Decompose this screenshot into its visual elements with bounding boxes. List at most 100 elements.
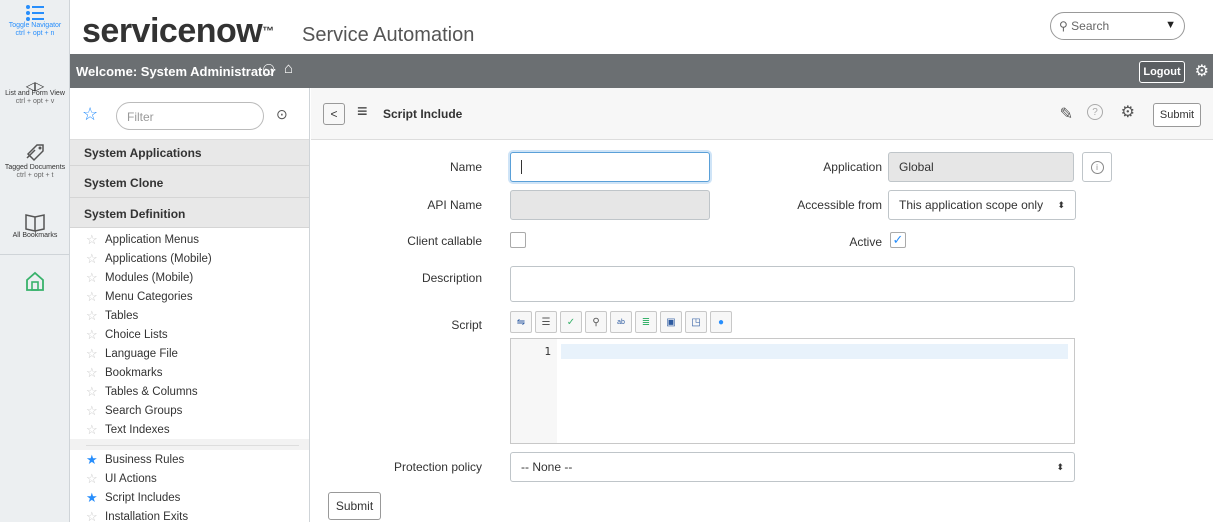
name-input[interactable] [510, 152, 710, 182]
logo-now-text: now [195, 12, 263, 50]
nav-module-item[interactable]: ☆ Tables [86, 306, 309, 325]
application-value: Global [899, 160, 934, 174]
search-code-icon[interactable]: ⚲ [585, 311, 607, 333]
global-search-input[interactable]: ⚲ Search ▼ [1050, 12, 1185, 40]
toggle-syntax-icon[interactable]: ⇋ [510, 311, 532, 333]
name-label: Name [449, 160, 482, 174]
active-line-highlight [561, 344, 1068, 359]
nav-module-label: Modules (Mobile) [105, 271, 194, 284]
nav-module-item[interactable]: ☆ Search Groups [86, 401, 309, 420]
help-icon[interactable]: ? [1087, 104, 1103, 120]
api-name-label: API Name [427, 198, 482, 212]
active-label: Active [849, 235, 882, 249]
nav-module-item[interactable]: ☆ Choice Lists [86, 325, 309, 344]
star-filled-icon[interactable]: ★ [86, 452, 100, 468]
search-placeholder: Search [1071, 19, 1110, 33]
bookmarks-label: All Bookmarks [12, 232, 58, 239]
protection-policy-select[interactable]: -- None -- ⬍ [510, 452, 1075, 482]
nav-module-label: Installation Exits [105, 510, 189, 522]
navigator-filter-input[interactable]: Filter [116, 102, 264, 130]
toolbar-divider [0, 254, 70, 255]
context-menu-icon[interactable]: ≡ [357, 101, 368, 122]
nav-module-item[interactable]: ★ Business Rules [86, 450, 309, 469]
list-form-view-button[interactable]: ◁▷ List and Form View ctrl + opt + v [4, 80, 66, 106]
list-form-shortcut: ctrl + opt + v [15, 98, 55, 105]
attachment-paperclip-icon[interactable]: ✎ [1060, 104, 1073, 124]
nav-module-item[interactable]: ☆ Tables & Columns [86, 382, 309, 401]
nav-module-item[interactable]: ☆ Applications (Mobile) [86, 249, 309, 268]
star-outline-icon[interactable]: ☆ [86, 422, 100, 438]
logout-button[interactable]: Logout [1139, 61, 1185, 83]
toggle-navigator-button[interactable]: Toggle Navigator ctrl + opt + n [4, 4, 66, 38]
nav-module-label: Application Menus [105, 233, 199, 246]
active-checkbox[interactable]: ✓ [890, 232, 906, 248]
favorites-star-icon[interactable]: ☆ [82, 104, 98, 125]
search-dropdown-caret-icon[interactable]: ▼ [1165, 19, 1176, 31]
star-outline-icon[interactable]: ☆ [86, 384, 100, 400]
submit-button-bottom[interactable]: Submit [328, 492, 381, 520]
line-gutter: 1 [511, 339, 557, 443]
script-debugger-icon[interactable]: ● [710, 311, 732, 333]
back-button[interactable]: < [323, 103, 345, 125]
fullscreen-icon[interactable]: ◳ [685, 311, 707, 333]
nav-module-item[interactable]: ☆ Application Menus [86, 230, 309, 249]
accessible-from-value: This application scope only [899, 198, 1044, 212]
replace-all-icon[interactable]: ≣ [635, 311, 657, 333]
star-filled-icon[interactable]: ★ [86, 490, 100, 506]
star-outline-icon[interactable]: ☆ [86, 308, 100, 324]
system-definition-modules: ☆ Application Menus ☆ Applications (Mobile)… [70, 228, 309, 439]
nav-module-item[interactable]: ☆ Modules (Mobile) [86, 268, 309, 287]
nav-section-system-applications[interactable]: System Applications [70, 140, 309, 166]
star-outline-icon[interactable]: ☆ [86, 509, 100, 522]
nav-module-item[interactable]: ★ Script Includes [86, 488, 309, 507]
star-outline-icon[interactable]: ☆ [86, 251, 100, 267]
star-outline-icon[interactable]: ☆ [86, 270, 100, 286]
banner: servicenow™ Service Automation ⚲ Search … [70, 0, 1213, 54]
nav-module-item[interactable]: ☆ UI Actions [86, 469, 309, 488]
module-separator [86, 445, 299, 446]
star-outline-icon[interactable]: ☆ [86, 403, 100, 419]
nav-module-item[interactable]: ☆ Language File [86, 344, 309, 363]
nav-module-label: Bookmarks [105, 366, 163, 379]
nav-module-label: Applications (Mobile) [105, 252, 212, 265]
nav-module-item[interactable]: ☆ Text Indexes [86, 420, 309, 439]
application-info-button[interactable]: i [1082, 152, 1112, 182]
list-form-label: List and Form View [5, 90, 65, 97]
client-callable-checkbox[interactable] [510, 232, 526, 248]
form-header: < ≡ Script Include ✎ ? ⚙ Submit [311, 88, 1213, 140]
nav-module-label: Menu Categories [105, 290, 193, 303]
nav-section-system-definition[interactable]: System Definition [70, 198, 309, 228]
submit-button-top[interactable]: Submit [1153, 103, 1201, 127]
elevate-role-icon[interactable]: ⌂ [284, 60, 293, 77]
client-callable-label: Client callable [407, 234, 482, 248]
impersonate-user-icon[interactable]: ⚇ [262, 61, 275, 79]
all-bookmarks-button[interactable]: All Bookmarks [4, 212, 66, 240]
protection-policy-value: -- None -- [521, 460, 573, 474]
star-outline-icon[interactable]: ☆ [86, 232, 100, 248]
settings-gear-icon[interactable]: ⚙ [1195, 61, 1209, 81]
format-code-icon[interactable]: ☰ [535, 311, 557, 333]
description-textarea[interactable] [510, 266, 1075, 302]
history-icon[interactable]: ⊙ [276, 106, 288, 123]
tagged-documents-button[interactable]: Tagged Documents ctrl + opt + t [4, 142, 66, 180]
nav-section-system-clone[interactable]: System Clone [70, 166, 309, 198]
star-outline-icon[interactable]: ☆ [86, 471, 100, 487]
star-outline-icon[interactable]: ☆ [86, 327, 100, 343]
nav-module-item[interactable]: ☆ Menu Categories [86, 287, 309, 306]
comment-code-icon[interactable]: ✓ [560, 311, 582, 333]
user-bar: Welcome: System Administrator ⚇ ⌂ Logout… [70, 54, 1213, 88]
star-outline-icon[interactable]: ☆ [86, 365, 100, 381]
description-label: Description [421, 271, 482, 285]
accessible-from-select[interactable]: This application scope only ⬍ [888, 190, 1076, 220]
home-bookmark-button[interactable] [24, 270, 46, 297]
nav-module-item[interactable]: ☆ Bookmarks [86, 363, 309, 382]
replace-icon[interactable]: ab [610, 311, 632, 333]
nav-module-item[interactable]: ☆ Installation Exits [86, 507, 309, 522]
star-outline-icon[interactable]: ☆ [86, 289, 100, 305]
left-toolbar: Toggle Navigator ctrl + opt + n ◁▷ List … [0, 0, 70, 522]
script-editor[interactable]: 1 [510, 338, 1075, 444]
nav-module-label: Text Indexes [105, 423, 170, 436]
personalize-gear-icon[interactable]: ⚙ [1121, 102, 1135, 122]
star-outline-icon[interactable]: ☆ [86, 346, 100, 362]
save-icon[interactable]: ▣ [660, 311, 682, 333]
